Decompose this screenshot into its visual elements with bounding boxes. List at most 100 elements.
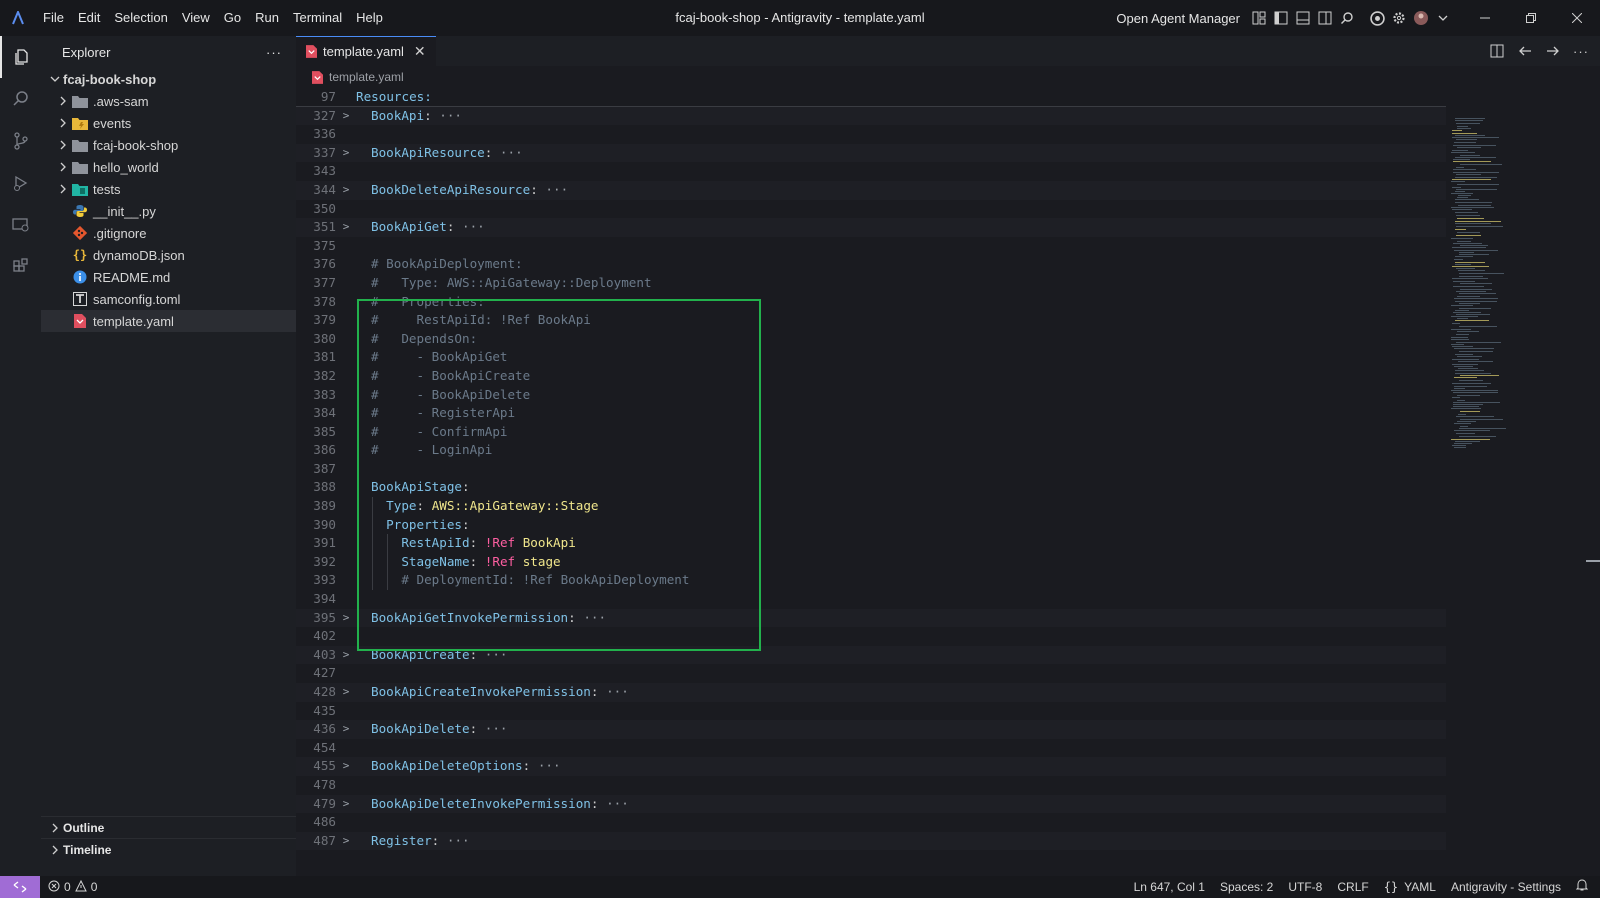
browser-icon[interactable] xyxy=(1366,7,1388,29)
source-control-icon[interactable] xyxy=(0,120,41,162)
tab-template-yaml[interactable]: template.yaml ✕ xyxy=(296,36,436,66)
code-line[interactable]: 336 xyxy=(296,125,1446,144)
code-line[interactable]: 383 # - BookApiDelete xyxy=(296,386,1446,405)
code-line[interactable]: 378 # Properties: xyxy=(296,293,1446,312)
code-line[interactable]: 387 xyxy=(296,460,1446,479)
menu-file[interactable]: File xyxy=(36,0,71,36)
fold-chevron-icon[interactable]: > xyxy=(336,683,356,702)
search-icon[interactable] xyxy=(0,78,41,120)
customize-layout-icon[interactable] xyxy=(1248,7,1270,29)
encoding[interactable]: UTF-8 xyxy=(1288,880,1322,894)
search-icon[interactable] xyxy=(1336,7,1358,29)
more-actions-icon[interactable]: ··· xyxy=(1570,40,1592,62)
code-line[interactable]: 436 > BookApiDelete: ··· xyxy=(296,720,1446,739)
code-line[interactable]: 479 > BookApiDeleteInvokePermission: ··· xyxy=(296,794,1446,814)
fold-chevron-icon[interactable]: > xyxy=(336,757,356,776)
fold-chevron-icon[interactable]: > xyxy=(336,609,356,628)
code-line[interactable]: 395 > BookApiGetInvokePermission: ··· xyxy=(296,608,1446,628)
code-line[interactable]: 454 xyxy=(296,739,1446,758)
sticky-scroll-line[interactable]: 97 Resources: xyxy=(296,88,1446,107)
menu-terminal[interactable]: Terminal xyxy=(286,0,349,36)
code-line[interactable]: 385 # - ConfirmApi xyxy=(296,423,1446,442)
code-line[interactable]: 343 xyxy=(296,162,1446,181)
tree-item-dynamodb-json[interactable]: {} dynamoDB.json xyxy=(41,244,296,266)
code-line[interactable]: 403 > BookApiCreate: ··· xyxy=(296,645,1446,665)
fold-chevron-icon[interactable]: > xyxy=(336,218,356,237)
toggle-primary-sidebar-icon[interactable] xyxy=(1270,7,1292,29)
code-line[interactable]: 393 # DeploymentId: !Ref BookApiDeployme… xyxy=(296,571,1446,591)
tree-item-init-py[interactable]: __init__.py xyxy=(41,200,296,222)
indentation[interactable]: Spaces: 2 xyxy=(1220,880,1273,894)
code-line[interactable]: 382 # - BookApiCreate xyxy=(296,367,1446,386)
fold-chevron-icon[interactable]: > xyxy=(336,832,356,851)
code-editor[interactable]: 97 Resources: 327 > BookApi: ··· 336 337 > B… xyxy=(296,88,1446,876)
chevron-down-icon[interactable] xyxy=(1432,7,1454,29)
code-line[interactable]: 455 > BookApiDeleteOptions: ··· xyxy=(296,757,1446,776)
restore-icon[interactable] xyxy=(1508,0,1554,36)
minimize-icon[interactable] xyxy=(1462,0,1508,36)
tree-item-aws-sam[interactable]: .aws-sam xyxy=(41,90,296,112)
fold-chevron-icon[interactable]: > xyxy=(336,181,356,200)
code-line[interactable]: 376 # BookApiDeployment: xyxy=(296,255,1446,274)
close-icon[interactable] xyxy=(1554,0,1600,36)
menu-go[interactable]: Go xyxy=(217,0,248,36)
code-line[interactable]: 351 > BookApiGet: ··· xyxy=(296,218,1446,237)
account-avatar-icon[interactable] xyxy=(1410,7,1432,29)
arrow-right-icon[interactable] xyxy=(1542,40,1564,62)
menu-edit[interactable]: Edit xyxy=(71,0,107,36)
code-line[interactable]: 379 # RestApiId: !Ref BookApi xyxy=(296,311,1446,330)
tree-item-hello-world[interactable]: hello_world xyxy=(41,156,296,178)
split-editor-icon[interactable] xyxy=(1486,40,1508,62)
code-line[interactable]: 478 xyxy=(296,776,1446,795)
menu-selection[interactable]: Selection xyxy=(107,0,174,36)
minimap[interactable] xyxy=(1446,88,1566,876)
code-line[interactable]: 350 xyxy=(296,200,1446,219)
tree-item-samconfig[interactable]: samconfig.toml xyxy=(41,288,296,310)
scrollbar-position-marker[interactable] xyxy=(1586,560,1600,562)
code-line[interactable]: 375 xyxy=(296,237,1446,256)
code-line[interactable]: 435 xyxy=(296,702,1446,721)
problems-indicator[interactable]: 0 0 xyxy=(48,879,97,895)
tree-item-events[interactable]: events xyxy=(41,112,296,134)
code-line[interactable]: 327 > BookApi: ··· xyxy=(296,106,1446,126)
fold-chevron-icon[interactable]: > xyxy=(336,144,356,163)
code-line[interactable]: 377 # Type: AWS::ApiGateway::Deployment xyxy=(296,274,1446,293)
code-line[interactable]: 388 BookApiStage: xyxy=(296,478,1446,497)
extensions-icon[interactable] xyxy=(0,246,41,288)
menu-view[interactable]: View xyxy=(175,0,217,36)
breadcrumb-file[interactable]: template.yaml xyxy=(329,70,404,84)
tree-item-template-yaml[interactable]: template.yaml xyxy=(41,310,296,332)
remote-indicator-icon[interactable] xyxy=(0,876,40,898)
end-of-line[interactable]: CRLF xyxy=(1337,880,1368,894)
code-line[interactable]: 389 Type: AWS::ApiGateway::Stage xyxy=(296,497,1446,516)
more-actions-icon[interactable]: ··· xyxy=(266,45,282,60)
menu-run[interactable]: Run xyxy=(248,0,286,36)
code-line[interactable]: 394 xyxy=(296,590,1446,609)
code-line[interactable]: 384 # - RegisterApi xyxy=(296,404,1446,423)
code-line[interactable]: 344 > BookDeleteApiResource: ··· xyxy=(296,180,1446,200)
explorer-icon[interactable] xyxy=(0,36,41,78)
code-line[interactable]: 392 StageName: !Ref stage xyxy=(296,552,1446,572)
fold-chevron-icon[interactable]: > xyxy=(336,646,356,665)
code-line[interactable]: 386 # - LoginApi xyxy=(296,441,1446,460)
code-line[interactable]: 391 RestApiId: !Ref BookApi xyxy=(296,534,1446,553)
code-line[interactable]: 390 Properties: xyxy=(296,515,1446,535)
language-mode[interactable]: {} YAML xyxy=(1384,880,1436,894)
notifications-bell-icon[interactable] xyxy=(1575,879,1589,895)
fold-chevron-icon[interactable]: > xyxy=(336,720,356,739)
code-line[interactable]: 380 # DependsOn: xyxy=(296,330,1446,349)
outline-section[interactable]: Outline xyxy=(41,816,296,838)
menu-help[interactable]: Help xyxy=(349,0,390,36)
settings-gear-icon[interactable] xyxy=(1388,7,1410,29)
close-tab-icon[interactable]: ✕ xyxy=(414,43,426,60)
code-line[interactable]: 337 > BookApiResource: ··· xyxy=(296,143,1446,163)
cursor-position[interactable]: Ln 647, Col 1 xyxy=(1134,880,1205,894)
toggle-secondary-sidebar-icon[interactable] xyxy=(1314,7,1336,29)
tree-item-tests[interactable]: tests xyxy=(41,178,296,200)
fold-chevron-icon[interactable]: > xyxy=(336,107,356,126)
tree-item-readme[interactable]: README.md xyxy=(41,266,296,288)
code-line[interactable]: 427 xyxy=(296,664,1446,683)
code-line[interactable]: 487 > Register: ··· xyxy=(296,831,1446,851)
code-line[interactable]: 381 # - BookApiGet xyxy=(296,348,1446,367)
run-debug-icon[interactable] xyxy=(0,162,41,204)
